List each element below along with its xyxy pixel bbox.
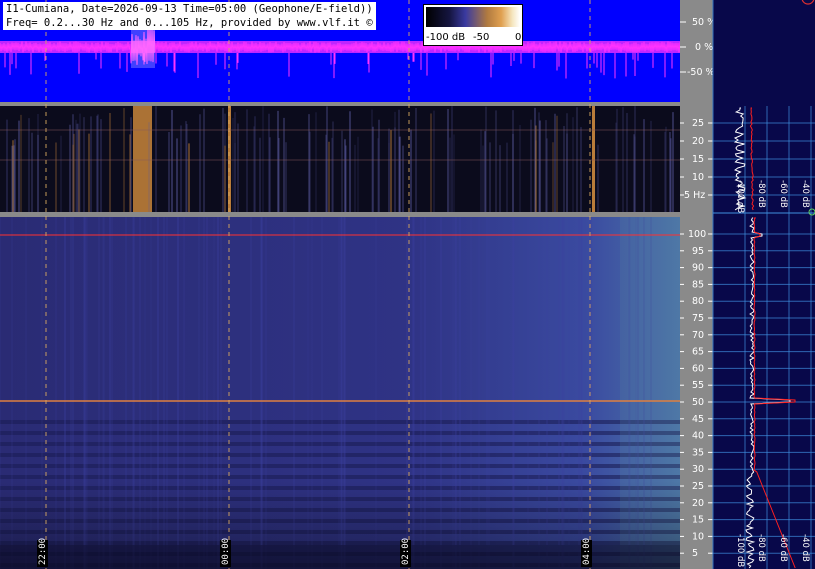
high-band-tick: 60	[692, 363, 704, 374]
high-band-tick: 35	[692, 447, 704, 458]
high-band-tick: 10	[692, 531, 704, 542]
low-band-tick: 15	[692, 154, 704, 165]
spectrum-high-db-label: -60 dB	[778, 534, 788, 562]
colorbar-label-mid: -50	[473, 32, 490, 43]
high-band-tick: 15	[692, 515, 704, 526]
db-colorbar: -100 dB -50 0	[423, 4, 523, 46]
low-band-tick: 5 Hz	[684, 190, 705, 201]
spectrum-low-db-label: -80 dB	[756, 180, 766, 208]
high-band-tick: 85	[692, 279, 704, 290]
high-band-tick: 100	[688, 229, 706, 240]
spectrum-high-db-label: -100 dB	[735, 534, 745, 567]
colorbar-gradient	[426, 7, 520, 27]
high-band-tick: 70	[692, 330, 704, 341]
high-band-tick: 95	[692, 246, 704, 257]
time-label: 00:00	[221, 538, 231, 565]
colorbar-label-max: 0	[515, 32, 522, 43]
high-band-tick: 90	[692, 263, 704, 274]
high-band-tick: 30	[692, 464, 704, 475]
spectrum-low-db-label: -60 dB	[778, 180, 788, 208]
time-label: 22:00	[38, 538, 48, 565]
high-band-tick: 75	[692, 313, 704, 324]
high-band-tick: 5	[692, 548, 698, 559]
high-band-tick: 55	[692, 380, 704, 391]
low-band-spectrogram	[0, 106, 680, 212]
high-band-tick: 20	[692, 498, 704, 509]
time-label: 02:00	[401, 538, 411, 565]
high-band-tick: 40	[692, 431, 704, 442]
spectrum-low-db-label: -100 dB	[735, 180, 745, 213]
high-band-tick: 50	[692, 397, 704, 408]
time-label: 04:00	[582, 538, 592, 565]
low-band-tick: 20	[692, 136, 704, 147]
low-band-tick: 25	[692, 118, 704, 129]
page-title: I1-Cumiana, Date=2026-09-13 Time=05:00 (…	[3, 2, 376, 16]
amplitude-tick-minus50: -50 %	[687, 67, 715, 78]
high-band-tick: 45	[692, 414, 704, 425]
spectrum-high-db-label: -80 dB	[756, 534, 766, 562]
colorbar-label-min: -100 dB	[426, 32, 466, 43]
amplitude-tick-0: 0 %	[695, 42, 713, 53]
spectrum-high-db-label: -40 dB	[800, 534, 810, 562]
high-band-tick: 65	[692, 347, 704, 358]
high-band-tick: 80	[692, 296, 704, 307]
vlf-monitor-display: 22:00 00:00 02:00 04:00 50 % 0 % -50 % 2520…	[0, 0, 815, 569]
low-band-tick: 10	[692, 172, 704, 183]
high-band-tick: 25	[692, 481, 704, 492]
page-subtitle: Freq= 0.2...30 Hz and 0...105 Hz, provid…	[3, 16, 376, 30]
spectrum-low-db-label: -40 dB	[800, 180, 810, 208]
